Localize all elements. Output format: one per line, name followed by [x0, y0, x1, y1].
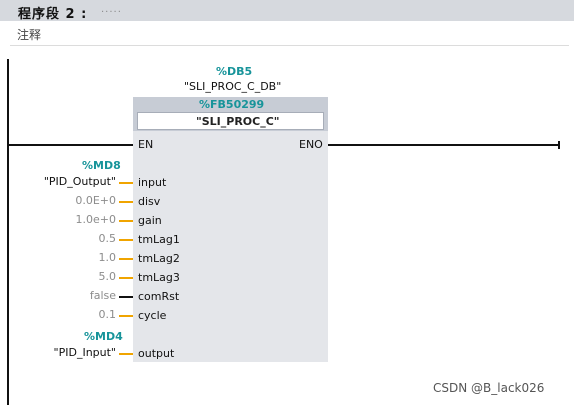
en-connection-wire[interactable]: [9, 144, 133, 146]
gain-value[interactable]: 1.0e+0: [76, 213, 116, 226]
tmlag3-value[interactable]: 5.0: [99, 270, 117, 283]
tmlag1-wire: [119, 239, 133, 241]
input-wire: [119, 182, 133, 184]
instance-db-address[interactable]: %DB5: [216, 65, 252, 78]
comrst-pin[interactable]: comRst: [138, 290, 179, 303]
function-block-box[interactable]: [133, 97, 328, 362]
function-block-name: "SLI_PROC_C": [196, 115, 280, 128]
disv-wire: [119, 201, 133, 203]
tmlag2-pin[interactable]: tmLag2: [138, 252, 180, 265]
function-block-address: %FB50299: [199, 98, 265, 111]
output-operand-address[interactable]: %MD4: [84, 330, 123, 343]
disv-pin[interactable]: disv: [138, 195, 160, 208]
eno-connection-wire[interactable]: [328, 144, 560, 146]
left-power-rail: [7, 59, 9, 405]
disv-value[interactable]: 0.0E+0: [75, 194, 116, 207]
output-wire: [119, 353, 133, 355]
tmlag3-wire: [119, 277, 133, 279]
cycle-pin[interactable]: cycle: [138, 309, 166, 322]
output-pin[interactable]: output: [138, 347, 174, 360]
tmlag2-wire: [119, 258, 133, 260]
tmlag2-value[interactable]: 1.0: [99, 251, 117, 264]
comment-divider: [10, 45, 569, 46]
tmlag3-pin[interactable]: tmLag3: [138, 271, 180, 284]
input-pin[interactable]: input: [138, 176, 166, 189]
rung-end-marker: [558, 141, 560, 149]
comrst-wire: [119, 296, 133, 298]
network-title: 程序段 2 :: [18, 7, 88, 22]
en-pin[interactable]: EN: [138, 138, 153, 151]
comrst-value[interactable]: false: [90, 289, 116, 302]
gain-wire: [119, 220, 133, 222]
tmlag1-pin[interactable]: tmLag1: [138, 233, 180, 246]
tmlag1-value[interactable]: 0.5: [99, 232, 117, 245]
watermark-text: CSDN @B_lack026: [433, 381, 545, 395]
gain-pin[interactable]: gain: [138, 214, 162, 227]
output-operand-symbol[interactable]: "PID_Input": [54, 346, 116, 359]
input-operand-symbol[interactable]: "PID_Output": [44, 175, 116, 188]
cycle-value[interactable]: 0.1: [99, 308, 117, 321]
network-comment[interactable]: 注释: [17, 26, 41, 43]
input-operand-address[interactable]: %MD8: [82, 159, 121, 172]
cycle-wire: [119, 315, 133, 317]
eno-pin[interactable]: ENO: [299, 138, 323, 151]
instance-db-symbol[interactable]: "SLI_PROC_C_DB": [184, 80, 281, 93]
network-title-dots[interactable]: .....: [101, 4, 122, 15]
